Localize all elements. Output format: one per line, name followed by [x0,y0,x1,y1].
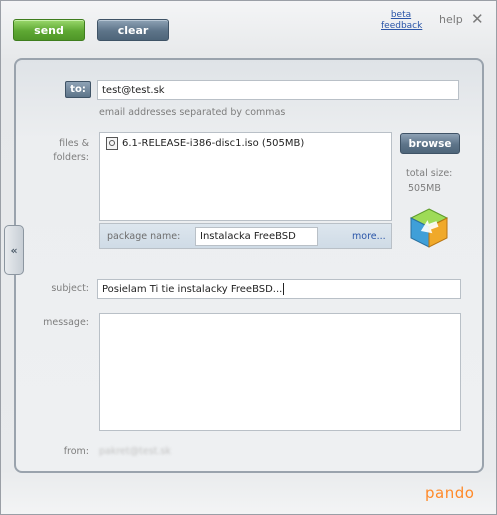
files-list[interactable]: 6.1-RELEASE-i386-disc1.iso (505MB) [99,132,392,221]
total-size: total size: 505MB [406,166,452,196]
subject-label: subject: [51,283,89,294]
clear-button[interactable]: clear [97,19,169,41]
to-button[interactable]: to: [65,81,91,98]
total-size-value: 505MB [408,183,441,194]
subject-input[interactable]: Posielam Ti tie instalacky FreeBSD... [97,279,461,299]
beta-feedback-link[interactable]: beta feedback [381,10,422,32]
file-list-item[interactable]: 6.1-RELEASE-i386-disc1.iso (505MB) [106,137,304,150]
files-folders-label: files & folders: [53,138,89,163]
from-address: pakret@test.sk [99,446,171,457]
pando-window: send clear beta feedback help ✕ « to: te… [0,0,497,515]
package-name-value: Instalacka FreeBSD [200,231,296,242]
browse-button-label: browse [408,137,452,150]
clear-button-label: clear [117,23,149,37]
message-textarea[interactable] [99,313,461,431]
send-button-label: send [34,23,64,37]
to-button-label: to: [70,84,86,95]
double-chevron-left-icon: « [10,243,18,257]
email-hint-text: email addresses separated by commas [99,107,286,118]
text-cursor [283,283,285,295]
package-name-input[interactable]: Instalacka FreeBSD [195,227,318,246]
package-cube-icon [409,208,449,248]
message-label: message: [43,317,89,328]
close-icon[interactable]: ✕ [471,10,484,28]
subject-input-value: Posielam Ti tie instalacky FreeBSD... [102,283,283,295]
collapse-sidebar-button[interactable]: « [4,225,24,275]
package-name-label: package name: [107,231,181,242]
from-label: from: [63,446,89,457]
more-link[interactable]: more... [352,231,386,242]
to-input[interactable]: test@test.sk [97,80,459,100]
package-name-bar: package name: Instalacka FreeBSD more... [99,223,392,249]
help-link[interactable]: help [439,13,463,26]
browse-button[interactable]: browse [400,133,460,154]
to-input-value: test@test.sk [102,84,165,96]
total-size-label: total size: [406,168,453,179]
pando-logo: pando [425,484,475,502]
file-name: 6.1-RELEASE-i386-disc1.iso (505MB) [122,138,305,149]
iso-file-icon [106,137,118,150]
send-button[interactable]: send [13,19,85,41]
